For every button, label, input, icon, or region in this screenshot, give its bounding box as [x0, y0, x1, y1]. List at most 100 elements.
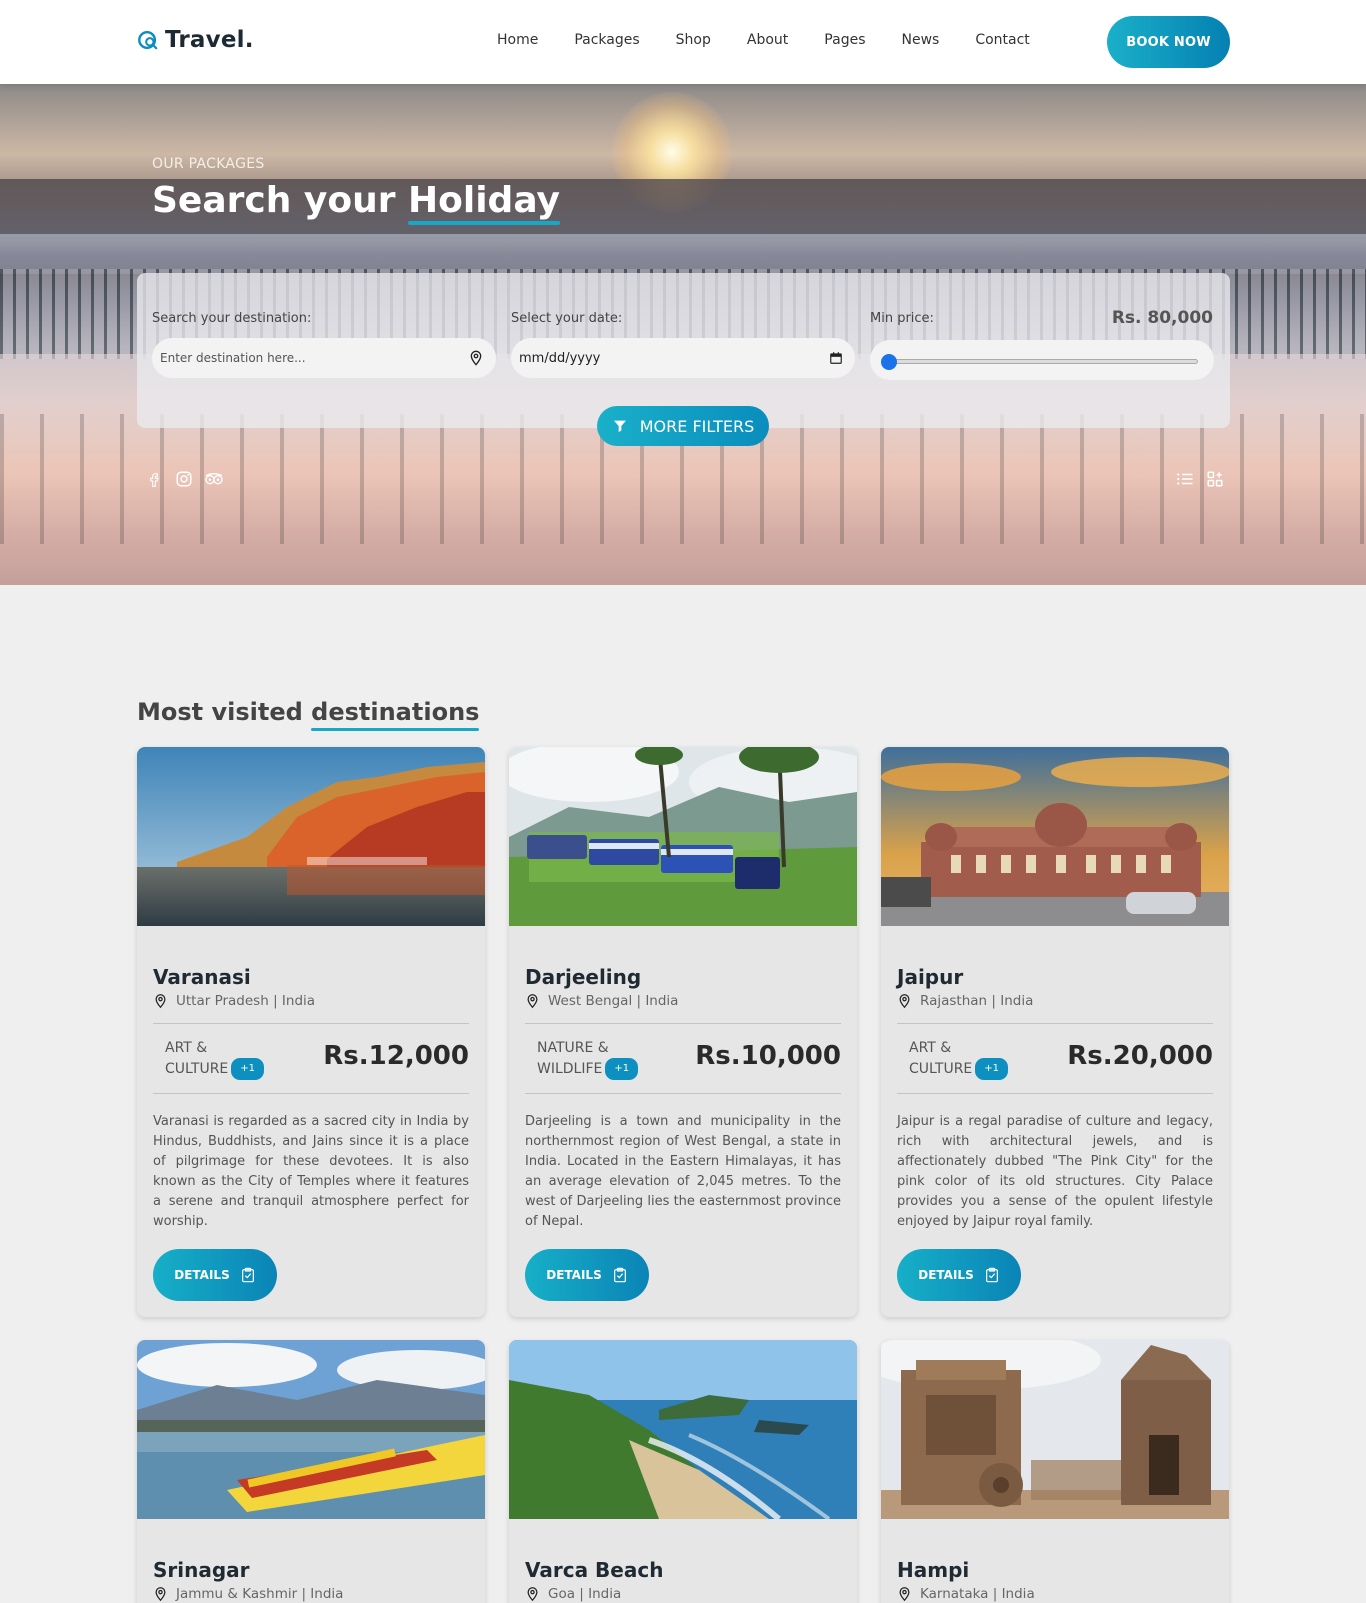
details-label: DETAILS	[918, 1268, 974, 1282]
date-input[interactable]: mm/dd/yyyy	[511, 338, 855, 378]
card-divider	[525, 1093, 841, 1094]
map-pin-icon	[470, 350, 482, 366]
price-slider[interactable]	[881, 354, 1198, 370]
card-location: Uttar Pradesh | India	[153, 993, 315, 1009]
card-image-varanasi[interactable]	[137, 747, 485, 926]
price-value: Rs. 80,000	[1111, 308, 1213, 328]
list-view-icon[interactable]	[1175, 469, 1195, 489]
card-name: Varanasi	[153, 965, 251, 989]
destination-card: Srinagar Jammu & Kashmir | India	[137, 1340, 485, 1603]
card-location: Rajasthan | India	[897, 993, 1033, 1009]
card-image-darjeeling[interactable]	[509, 747, 857, 926]
hero-title-highlight: Holiday	[408, 180, 560, 221]
card-name: Darjeeling	[525, 965, 642, 989]
details-button[interactable]: DETAILS	[153, 1249, 277, 1301]
date-value: mm/dd/yyyy	[519, 350, 601, 366]
card-location: Jammu & Kashmir | India	[153, 1586, 343, 1602]
card-divider	[153, 1023, 469, 1024]
section-title-plain: Most visited	[137, 698, 312, 726]
details-label: DETAILS	[174, 1268, 230, 1282]
price-slider-thumb[interactable]	[881, 354, 898, 370]
more-filters-label: MORE FILTERS	[639, 416, 755, 436]
hero-title-plain: Search your	[152, 180, 409, 221]
card-category-line2: CULTURE	[909, 1061, 973, 1077]
card-location-text: Goa | India	[548, 1586, 622, 1602]
nav-about[interactable]: About	[747, 32, 788, 48]
clipboard-check-icon	[613, 1267, 626, 1283]
card-category-more-badge[interactable]: +1	[231, 1058, 265, 1080]
card-location-text: West Bengal | India	[548, 993, 679, 1009]
hero-lake	[0, 234, 1366, 274]
card-category: ART & CULTURE +1	[909, 1038, 1029, 1080]
logo-globe-icon	[138, 31, 158, 50]
card-description: Jaipur is a regal paradise of culture an…	[897, 1114, 1213, 1229]
card-location-text: Karnataka | India	[920, 1586, 1035, 1602]
card-image-jaipur[interactable]	[881, 747, 1229, 926]
destination-card: Jaipur Rajasthan | India ART & CULTURE +1…	[881, 747, 1229, 1317]
card-category-more-badge[interactable]: +1	[975, 1058, 1009, 1080]
card-location: Karnataka | India	[897, 1586, 1035, 1602]
details-label: DETAILS	[546, 1268, 602, 1282]
location-pin-icon	[527, 994, 538, 1009]
card-divider	[897, 1023, 1213, 1024]
details-button[interactable]: DETAILS	[525, 1249, 649, 1301]
card-price: Rs.12,000	[323, 1041, 469, 1071]
tripadvisor-icon[interactable]	[204, 469, 224, 489]
card-location-text: Rajasthan | India	[920, 993, 1034, 1009]
card-image-hampi[interactable]	[881, 1340, 1229, 1519]
location-pin-icon	[527, 1587, 538, 1602]
nav-packages[interactable]: Packages	[574, 32, 639, 48]
destination-label: Search your destination:	[152, 311, 312, 326]
card-category: ART & CULTURE +1	[165, 1038, 285, 1080]
card-name: Srinagar	[153, 1558, 250, 1582]
grid-view-icon[interactable]	[1205, 469, 1225, 489]
card-name: Hampi	[897, 1558, 970, 1582]
logo-text: Travel.	[165, 27, 254, 53]
site-header: Travel. Home Packages Shop About Pages N…	[0, 0, 1366, 84]
location-pin-icon	[899, 994, 910, 1009]
nav-news[interactable]: News	[901, 32, 939, 48]
nav-home[interactable]: Home	[497, 32, 538, 48]
destination-input[interactable]: Enter destination here...	[152, 338, 496, 378]
card-location-text: Jammu & Kashmir | India	[176, 1586, 344, 1602]
location-pin-icon	[899, 1587, 910, 1602]
card-location: West Bengal | India	[525, 993, 678, 1009]
card-divider	[153, 1093, 469, 1094]
clipboard-check-icon	[241, 1267, 254, 1283]
search-panel: Search your destination: Enter destinati…	[137, 273, 1230, 428]
destination-placeholder: Enter destination here...	[160, 351, 306, 365]
clipboard-check-icon	[985, 1267, 998, 1283]
card-category-line1: NATURE &	[537, 1040, 609, 1056]
card-category-line2: CULTURE	[165, 1061, 229, 1077]
destination-card: Hampi Karnataka | India	[881, 1340, 1229, 1603]
card-name: Jaipur	[897, 965, 964, 989]
nav-contact[interactable]: Contact	[975, 32, 1029, 48]
social-links	[144, 469, 224, 489]
date-label: Select your date:	[511, 311, 623, 326]
main-nav: Home Packages Shop About Pages News Cont…	[497, 32, 1066, 48]
hero-kicker: OUR PACKAGES	[152, 156, 265, 172]
details-button[interactable]: DETAILS	[897, 1249, 1021, 1301]
card-category-line1: ART &	[909, 1040, 952, 1056]
card-divider	[897, 1093, 1213, 1094]
instagram-icon[interactable]	[174, 469, 194, 489]
card-image-varca-beach[interactable]	[509, 1340, 857, 1519]
facebook-icon[interactable]	[144, 469, 164, 489]
card-location-text: Uttar Pradesh | India	[176, 993, 316, 1009]
price-label: Min price:	[870, 311, 934, 326]
destination-card: Darjeeling West Bengal | India NATURE & …	[509, 747, 857, 1317]
logo[interactable]: Travel.	[137, 27, 254, 53]
destination-card: Varanasi Uttar Pradesh | India ART & CUL…	[137, 747, 485, 1317]
location-pin-icon	[155, 1587, 166, 1602]
nav-pages[interactable]: Pages	[824, 32, 865, 48]
book-now-button[interactable]: BOOK NOW	[1107, 16, 1230, 68]
section-title-highlight: destinations	[311, 698, 480, 726]
card-category-line1: ART &	[165, 1040, 208, 1056]
card-name: Varca Beach	[525, 1558, 664, 1582]
card-price: Rs.10,000	[695, 1041, 841, 1071]
calendar-icon[interactable]	[829, 351, 843, 365]
more-filters-button[interactable]: MORE FILTERS	[597, 406, 769, 446]
card-category-more-badge[interactable]: +1	[605, 1058, 639, 1080]
nav-shop[interactable]: Shop	[676, 32, 711, 48]
card-image-srinagar[interactable]	[137, 1340, 485, 1519]
